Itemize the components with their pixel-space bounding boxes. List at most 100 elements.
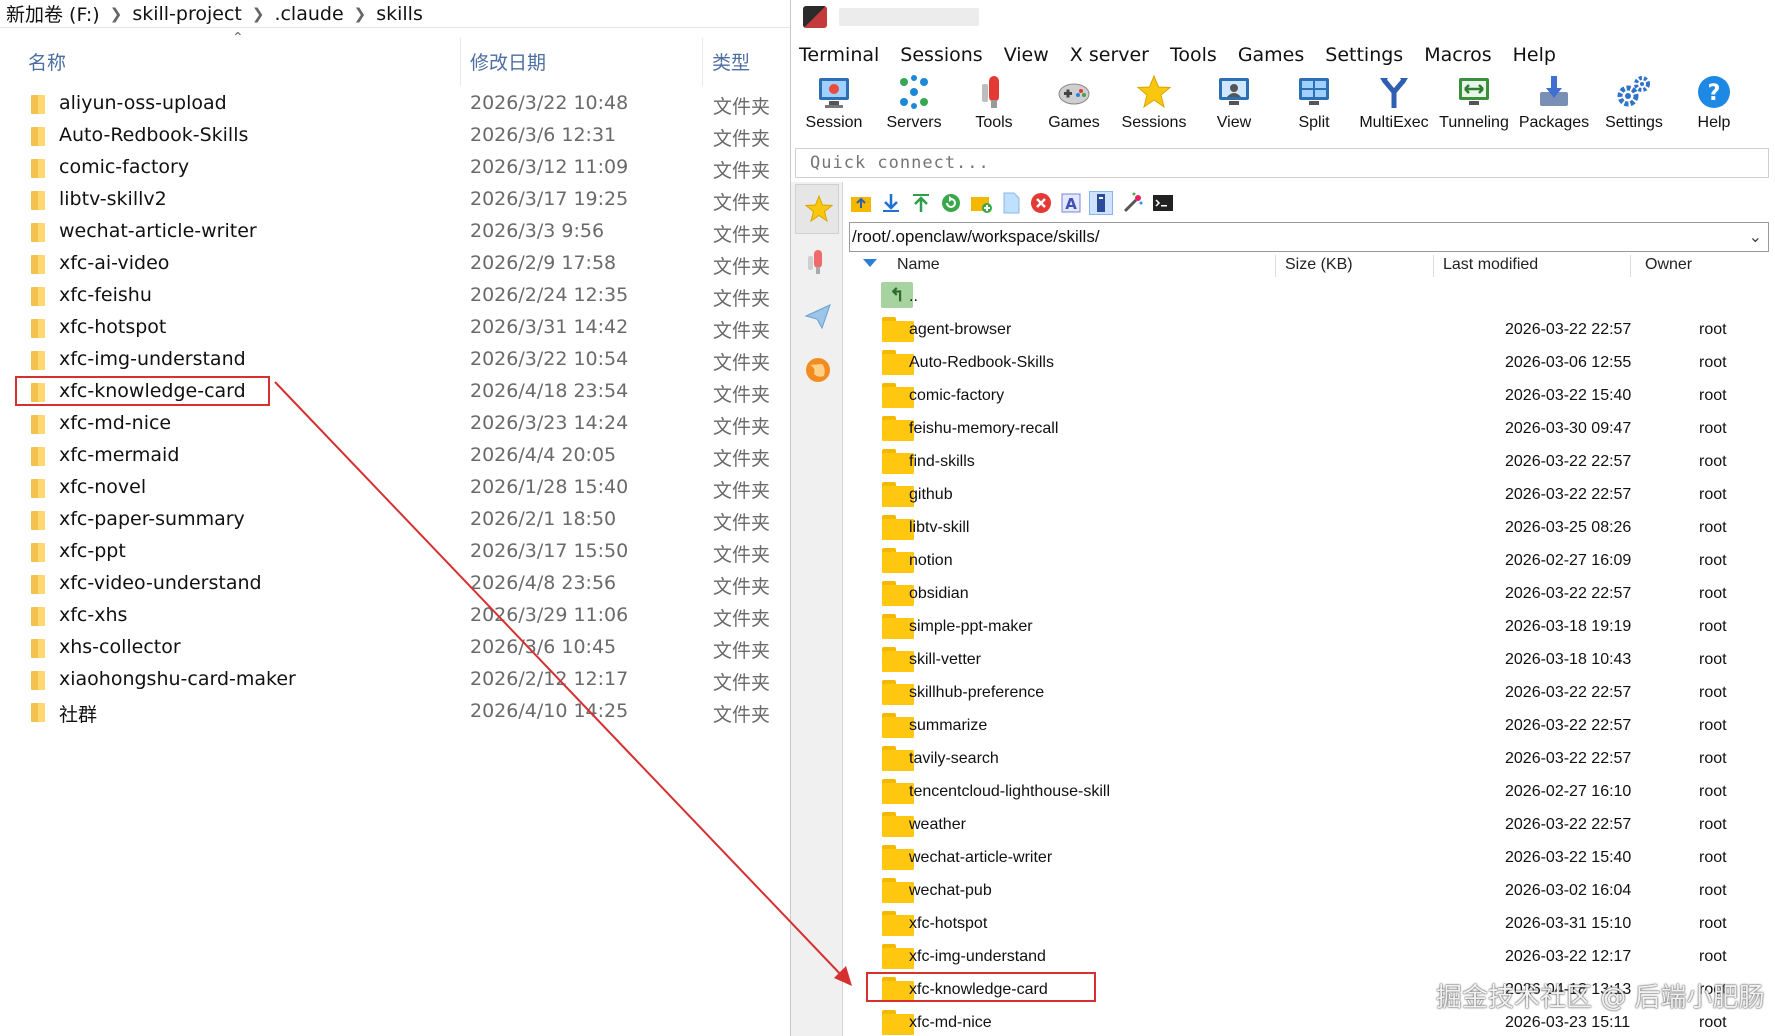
toolbar-split-button[interactable]: Split [1275,72,1353,138]
menu-x-server[interactable]: X server [1070,44,1149,66]
menu-macros[interactable]: Macros [1424,44,1491,66]
upload-icon[interactable] [909,191,933,215]
sftp-row[interactable]: github 2026-03-22 22:57 root [849,478,1775,511]
sftp-row[interactable]: notion 2026-02-27 16:09 root [849,544,1775,577]
menu-settings[interactable]: Settings [1325,44,1403,66]
menu-terminal[interactable]: Terminal [799,44,879,66]
new-file-icon[interactable] [999,191,1023,215]
column-name[interactable]: 名称 [28,48,66,75]
sftp-row[interactable]: Auto-Redbook-Skills 2026-03-06 12:55 root [849,346,1775,379]
toolbar-view-button[interactable]: View [1195,72,1273,138]
terminal-icon[interactable] [1151,191,1175,215]
sftp-row[interactable]: feishu-memory-recall 2026-03-30 09:47 root [849,412,1775,445]
toolbar-servers-button[interactable]: Servers [875,72,953,138]
side-tabs [791,182,843,1036]
breadcrumb-skills[interactable]: skills [376,3,423,25]
explorer-row[interactable]: xfc-hotspot 2026/3/31 14:42 文件夹 [0,312,790,344]
new-folder-icon[interactable] [969,191,993,215]
toolbar-packages-button[interactable]: Packages [1515,72,1593,138]
sftp-row[interactable]: wechat-article-writer 2026-03-22 15:40 roo… [849,841,1775,874]
sftp-row[interactable]: skill-vetter 2026-03-18 10:43 root [849,643,1775,676]
sftp-row[interactable]: skillhub-preference 2026-03-22 22:57 root [849,676,1775,709]
toolbar-settings-button[interactable]: Settings [1595,72,1673,138]
explorer-row[interactable]: xfc-md-nice 2026/3/23 14:24 文件夹 [0,408,790,440]
column-owner[interactable]: Owner [1645,256,1692,274]
column-divider[interactable] [460,38,461,86]
column-divider[interactable] [1275,255,1276,277]
explorer-row[interactable]: xfc-img-understand 2026/3/22 10:54 文件夹 [0,344,790,376]
explorer-row[interactable]: wechat-article-writer 2026/3/3 9:56 文件夹 [0,216,790,248]
toolbar-sessions-button[interactable]: Sessions [1115,72,1193,138]
column-divider[interactable] [1630,255,1631,277]
sftp-row[interactable]: tencentcloud-lighthouse-skill 2026-02-27 … [849,775,1775,808]
column-name[interactable]: Name [897,256,940,274]
explorer-row[interactable]: comic-factory 2026/3/12 11:09 文件夹 [0,152,790,184]
properties-icon[interactable] [1089,191,1113,215]
toolbar-games-button[interactable]: Games [1035,72,1113,138]
magic-wand-icon[interactable] [1121,191,1145,215]
menu-games[interactable]: Games [1238,44,1304,66]
sidebar-tab-network[interactable] [795,346,839,396]
explorer-row[interactable]: xfc-ai-video 2026/2/9 17:58 文件夹 [0,248,790,280]
explorer-row[interactable]: xfc-paper-summary 2026/2/1 18:50 文件夹 [0,504,790,536]
explorer-row[interactable]: xfc-ppt 2026/3/17 15:50 文件夹 [0,536,790,568]
column-type[interactable]: 类型 [712,48,750,75]
sftp-row[interactable]: find-skills 2026-03-22 22:57 root [849,445,1775,478]
explorer-row[interactable]: xfc-video-understand 2026/4/8 23:56 文件夹 [0,568,790,600]
sftp-row[interactable]: obsidian 2026-03-22 22:57 root [849,577,1775,610]
chevron-down-icon[interactable]: ⌄ [1749,227,1762,246]
breadcrumb-skill-project[interactable]: skill-project [132,3,242,25]
delete-icon[interactable] [1029,191,1053,215]
paper-plane-icon [804,302,832,330]
column-modified[interactable]: 修改日期 [470,48,546,75]
explorer-row[interactable]: Auto-Redbook-Skills 2026/3/6 12:31 文件夹 [0,120,790,152]
folder-icon [31,95,45,114]
menu-sessions[interactable]: Sessions [900,44,982,66]
column-modified[interactable]: Last modified [1443,256,1538,274]
explorer-row[interactable]: aliyun-oss-upload 2026/3/22 10:48 文件夹 [0,88,790,120]
sidebar-tab-sessions[interactable] [795,184,839,234]
sftp-row[interactable]: comic-factory 2026-03-22 15:40 root [849,379,1775,412]
refresh-icon[interactable] [939,191,963,215]
explorer-row[interactable]: xfc-novel 2026/1/28 15:40 文件夹 [0,472,790,504]
menu-view[interactable]: View [1004,44,1049,66]
explorer-row[interactable]: xfc-feishu 2026/2/24 12:35 文件夹 [0,280,790,312]
toolbar-session-button[interactable]: Session [795,72,873,138]
sftp-row[interactable]: summarize 2026-03-22 22:57 root [849,709,1775,742]
breadcrumb-drive[interactable]: 新加卷 (F:) [6,0,100,27]
sftp-row[interactable]: libtv-skill 2026-03-25 08:26 root [849,511,1775,544]
folder-up-icon[interactable] [849,191,873,215]
quick-connect-input[interactable] [796,149,1768,177]
breadcrumb-claude[interactable]: .claude [274,3,343,25]
sidebar-tab-tools[interactable] [795,238,839,288]
explorer-row[interactable]: xfc-xhs 2026/3/29 11:06 文件夹 [0,600,790,632]
sftp-row[interactable]: xfc-img-understand 2026-03-22 12:17 root [849,940,1775,973]
file-owner: root [1699,816,1727,833]
parent-directory-row[interactable]: ↰ .. [849,280,1775,313]
toolbar-label: Servers [886,114,942,131]
toolbar-multiexec-button[interactable]: MultiExec [1355,72,1433,138]
sftp-row[interactable]: simple-ppt-maker 2026-03-18 19:19 root [849,610,1775,643]
path-input[interactable] [850,223,1730,251]
explorer-row[interactable]: xhs-collector 2026/3/6 10:45 文件夹 [0,632,790,664]
column-size[interactable]: Size (KB) [1285,256,1353,274]
sftp-row[interactable]: xfc-hotspot 2026-03-31 15:10 root [849,907,1775,940]
explorer-row[interactable]: libtv-skillv2 2026/3/17 19:25 文件夹 [0,184,790,216]
sftp-row[interactable]: wechat-pub 2026-03-02 16:04 root [849,874,1775,907]
column-divider[interactable] [702,38,703,86]
explorer-row[interactable]: 社群 2026/4/10 14:25 文件夹 [0,696,790,728]
menu-tools[interactable]: Tools [1170,44,1217,66]
toolbar-help-button[interactable]: ? Help [1675,72,1753,138]
rename-icon[interactable]: A [1059,191,1083,215]
menu-help[interactable]: Help [1513,44,1556,66]
column-divider[interactable] [1433,255,1434,277]
download-icon[interactable] [879,191,903,215]
explorer-row[interactable]: xfc-mermaid 2026/4/4 20:05 文件夹 [0,440,790,472]
sftp-row[interactable]: tavily-search 2026-03-22 22:57 root [849,742,1775,775]
toolbar-tunneling-button[interactable]: Tunneling [1435,72,1513,138]
sidebar-tab-sftp[interactable] [795,292,839,342]
toolbar-tools-button[interactable]: Tools [955,72,1033,138]
sftp-row[interactable]: weather 2026-03-22 22:57 root [849,808,1775,841]
sftp-row[interactable]: agent-browser 2026-03-22 22:57 root [849,313,1775,346]
explorer-row[interactable]: xiaohongshu-card-maker 2026/2/12 12:17 文件夹 [0,664,790,696]
